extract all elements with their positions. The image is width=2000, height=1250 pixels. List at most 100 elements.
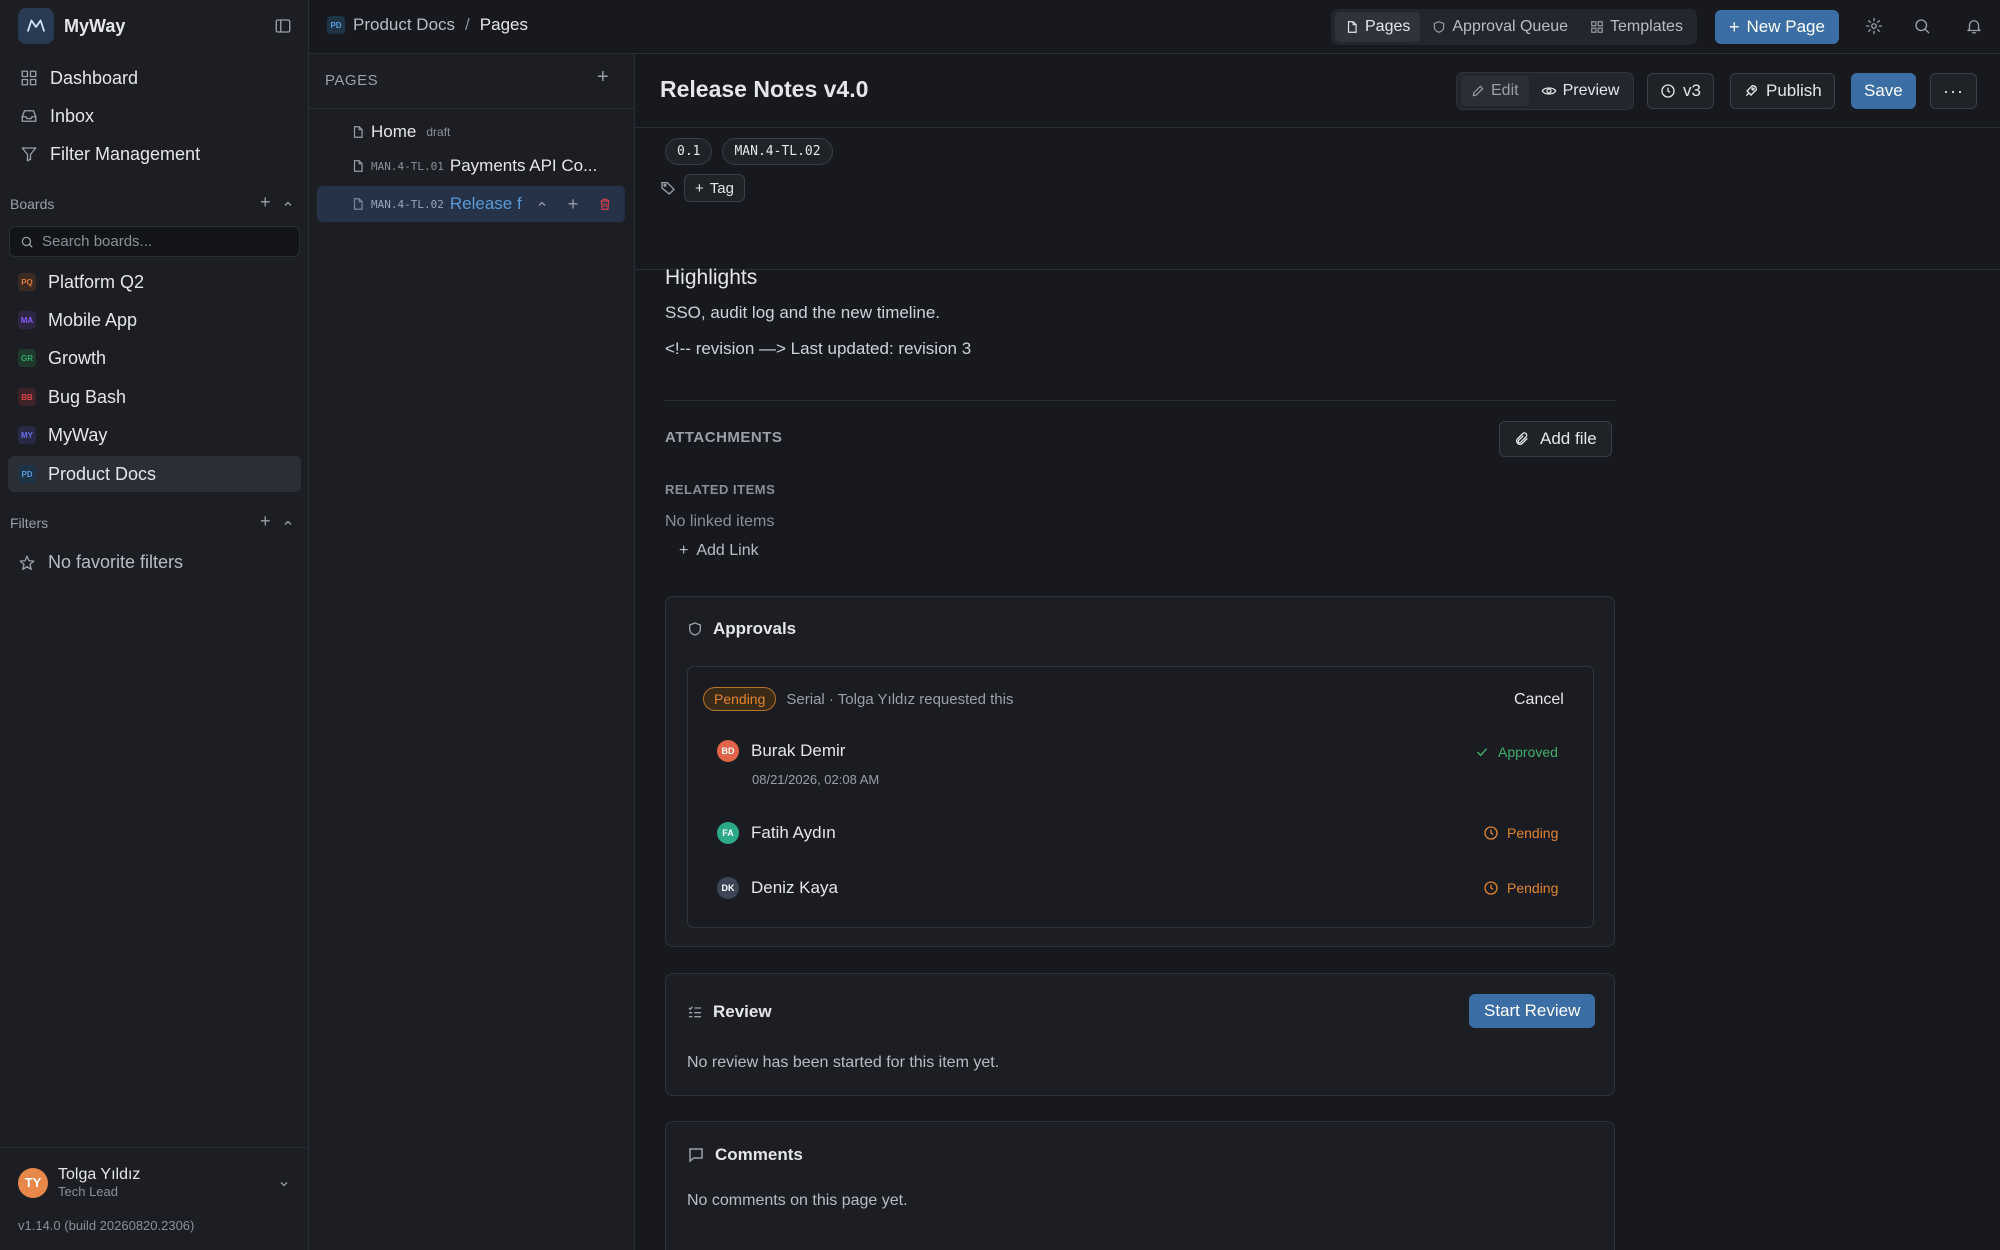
- chevron-up-icon[interactable]: [282, 198, 294, 210]
- board-growth[interactable]: GR Growth: [8, 340, 301, 376]
- page-icon: [353, 160, 363, 172]
- approver-status: Approved: [1474, 744, 1558, 760]
- preview-button[interactable]: Preview: [1531, 76, 1630, 106]
- settings-gear-icon[interactable]: [1865, 17, 1883, 35]
- approver-row: FA Fatih Aydın: [717, 822, 836, 844]
- cancel-button[interactable]: Cancel: [1514, 691, 1564, 709]
- nav-inbox[interactable]: Inbox: [8, 98, 301, 134]
- edit-button[interactable]: Edit: [1461, 76, 1529, 106]
- approver-name: Deniz Kaya: [751, 878, 838, 897]
- board-myway[interactable]: MY MyWay: [8, 417, 301, 453]
- filters-section-label: Filters: [10, 515, 49, 531]
- add-board-icon[interactable]: +: [260, 192, 271, 213]
- approver-name: Burak Demir: [751, 741, 846, 760]
- checklist-icon: [688, 1006, 701, 1018]
- comments-card: Comments No comments on this page yet.: [665, 1121, 1615, 1250]
- tags-row: + Tag: [660, 174, 745, 202]
- approver-status-label: Pending: [1507, 880, 1559, 896]
- board-platform-q2[interactable]: PQ Platform Q2: [8, 264, 301, 300]
- board-product-docs[interactable]: PD Product Docs: [8, 456, 301, 492]
- review-title: Review: [713, 1002, 772, 1021]
- chevron-up-icon[interactable]: [536, 198, 548, 210]
- approval-request: Pending Serial · Tolga Yıldız requested …: [687, 666, 1594, 928]
- add-tag-button[interactable]: + Tag: [684, 174, 745, 202]
- code-chip: MAN.4-TL.02: [722, 138, 833, 165]
- comments-empty-message: No comments on this page yet.: [687, 1192, 908, 1209]
- search-boards-placeholder: Search boards...: [42, 233, 153, 250]
- breadcrumb-project[interactable]: Product Docs: [353, 15, 455, 35]
- add-tag-label: Tag: [709, 179, 734, 197]
- save-label: Save: [1864, 81, 1903, 100]
- approvals-title: Approvals: [713, 619, 797, 638]
- board-mobile-app[interactable]: MA Mobile App: [8, 302, 301, 338]
- plus-icon: +: [695, 179, 704, 197]
- avatar: TY: [18, 1167, 48, 1198]
- chevron-down-icon[interactable]: [278, 1178, 290, 1190]
- publish-button[interactable]: Publish: [1730, 73, 1835, 109]
- tab-templates[interactable]: Templates: [1580, 12, 1693, 42]
- add-file-label: Add file: [1540, 429, 1597, 448]
- page-icon: [353, 198, 363, 210]
- bell-icon[interactable]: [1965, 17, 1983, 35]
- comment-icon: [689, 1148, 703, 1163]
- divider: [309, 108, 634, 109]
- approval-date: 08/21/2026, 02:08 AM: [752, 772, 880, 787]
- page-item-code: MAN.4-TL.01: [371, 159, 444, 173]
- start-review-button[interactable]: Start Review: [1469, 994, 1596, 1028]
- page-icon: [353, 126, 363, 138]
- divider: [0, 1147, 308, 1148]
- tab-pages[interactable]: Pages: [1335, 12, 1421, 42]
- project-badge: PD: [327, 16, 345, 34]
- board-bug-bash[interactable]: BB Bug Bash: [8, 379, 301, 415]
- add-file-button[interactable]: Add file: [1499, 421, 1612, 457]
- shield-icon: [689, 622, 701, 636]
- add-link-button[interactable]: + Add Link: [679, 542, 759, 560]
- chevron-up-icon[interactable]: [282, 517, 294, 529]
- preview-label: Preview: [1562, 82, 1620, 99]
- divider: [665, 400, 1615, 401]
- user-menu[interactable]: TY Tolga Yıldız Tech Lead: [18, 1166, 140, 1199]
- search-boards-input[interactable]: Search boards...: [9, 226, 300, 257]
- related-items-label: RELATED ITEMS: [665, 482, 776, 497]
- board-badge: GR: [18, 349, 36, 367]
- page-item-release-notes[interactable]: MAN.4-TL.02 Release f +: [317, 186, 625, 222]
- new-page-button[interactable]: + New Page: [1715, 10, 1839, 44]
- star-icon: [19, 555, 35, 570]
- approver-name: Fatih Aydın: [751, 823, 836, 842]
- add-link-label: Add Link: [696, 542, 759, 559]
- nav-filter-management[interactable]: Filter Management: [8, 136, 301, 172]
- add-subpage-icon[interactable]: +: [568, 194, 579, 215]
- new-page-label: New Page: [1746, 17, 1825, 36]
- clock-icon: [1484, 881, 1498, 895]
- inbox-icon: [21, 110, 37, 122]
- page-item-home[interactable]: Home draft: [351, 122, 450, 142]
- trash-icon[interactable]: [598, 197, 612, 211]
- board-badge: PD: [18, 465, 36, 483]
- app-brand[interactable]: MyWay: [18, 8, 125, 44]
- approver-status-label: Approved: [1498, 744, 1558, 760]
- nav-dashboard[interactable]: Dashboard: [8, 60, 301, 96]
- board-label: Product Docs: [48, 463, 157, 484]
- collapse-sidebar-icon[interactable]: [274, 17, 292, 35]
- page-item-payments-api[interactable]: MAN.4-TL.01 Payments API Co...: [351, 156, 631, 176]
- board-label: Growth: [48, 347, 107, 368]
- board-label: Platform Q2: [48, 271, 145, 292]
- tab-approval-queue[interactable]: Approval Queue: [1422, 12, 1578, 42]
- review-empty-message: No review has been started for this item…: [687, 1054, 1000, 1071]
- add-page-icon[interactable]: +: [597, 66, 609, 89]
- search-icon[interactable]: [1913, 17, 1931, 35]
- avatar: BD: [717, 740, 739, 762]
- more-options-button[interactable]: ···: [1930, 73, 1977, 109]
- attachments-label: ATTACHMENTS: [665, 429, 783, 446]
- draft-tag: draft: [426, 125, 451, 139]
- comments-title: Comments: [715, 1145, 803, 1164]
- version-history-button[interactable]: v3: [1647, 73, 1714, 109]
- add-filter-icon[interactable]: +: [260, 511, 271, 532]
- pages-panel-title: PAGES: [325, 72, 379, 89]
- user-role: Tech Lead: [58, 1184, 118, 1199]
- no-linked-items: No linked items: [665, 513, 775, 530]
- board-badge: MY: [18, 426, 36, 444]
- main-content: Release Notes v4.0 Edit Preview v3 Publi…: [635, 54, 2000, 1250]
- page-item-label: Home: [371, 122, 417, 141]
- save-button[interactable]: Save: [1851, 73, 1916, 109]
